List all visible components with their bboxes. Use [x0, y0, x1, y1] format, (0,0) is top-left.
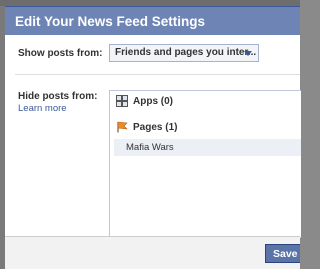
show-posts-dropdown[interactable]: Friends and pages you inter...	[109, 44, 259, 62]
hidden-page-item[interactable]: Mafia Wars	[114, 139, 301, 156]
save-button[interactable]: Save	[265, 244, 300, 263]
show-posts-label: Show posts from:	[18, 48, 103, 59]
show-posts-selected-value: Friends and pages you inter...	[115, 47, 257, 58]
apps-section-label: Apps (0)	[133, 96, 173, 107]
section-divider	[15, 74, 300, 75]
chevron-down-icon	[244, 51, 252, 56]
pages-section-label: Pages (1)	[133, 122, 178, 133]
dialog-title: Edit Your News Feed Settings	[5, 6, 300, 35]
news-feed-settings-dialog: Edit Your News Feed Settings Show posts …	[5, 6, 301, 269]
apps-icon	[116, 95, 128, 107]
hidden-sources-list: Apps (0) Pages (1) Mafia Wars	[109, 90, 301, 238]
dialog-footer: Save	[5, 236, 300, 269]
learn-more-link[interactable]: Learn more	[18, 103, 67, 114]
hide-posts-label: Hide posts from:	[18, 91, 98, 102]
flag-icon	[117, 121, 128, 133]
